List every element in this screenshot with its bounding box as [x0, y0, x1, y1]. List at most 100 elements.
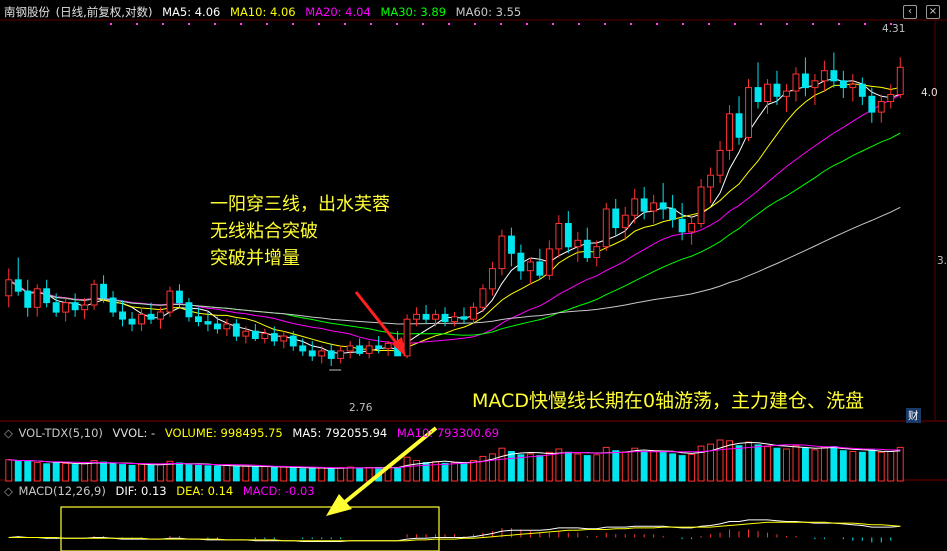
- last-price-label: 4.0: [921, 87, 938, 99]
- top-dot-marker: [500, 23, 502, 25]
- top-dot-marker: [292, 23, 294, 25]
- volume-bar: [318, 467, 326, 482]
- top-dot-marker: [760, 23, 762, 25]
- candle-body: [81, 304, 89, 311]
- price-panel-header: 南钢股份 (日线,前复权,对数) MA5: 4.06 MA10: 4.06 MA…: [4, 3, 527, 21]
- volume-bar: [640, 451, 648, 482]
- volume-bar: [157, 464, 164, 482]
- volume-bar: [754, 444, 762, 482]
- volume-bar: [356, 467, 364, 482]
- macd-panel-header: ◇ MACD(12,26,9) DIF: 0.13 DEA: 0.14 MACD…: [4, 482, 321, 500]
- panel-toggle-icon[interactable]: ◇: [4, 426, 13, 440]
- candle-body: [593, 246, 601, 258]
- macd-indicator-name[interactable]: MACD(12,26,9): [19, 484, 106, 498]
- candle-body: [270, 333, 278, 342]
- volume-bar: [479, 455, 487, 482]
- candle-body: [195, 316, 202, 323]
- volume-bar: [583, 455, 591, 482]
- volume-bar: [849, 451, 857, 482]
- close-icon[interactable]: ×: [926, 5, 940, 19]
- volume-bar: [678, 455, 686, 482]
- volume-bar: [242, 465, 250, 482]
- top-dot-marker: [656, 23, 658, 25]
- volume-bar: [81, 463, 89, 482]
- volume-bar: [669, 453, 677, 482]
- volume-bar: [403, 456, 411, 482]
- top-dot-marker: [110, 23, 112, 25]
- volume-bar: [14, 460, 22, 482]
- candle-body: [261, 333, 269, 340]
- top-dot-marker: [188, 23, 190, 25]
- candle-body: [52, 302, 60, 313]
- volume-bar: [195, 464, 202, 482]
- candle-body: [697, 186, 705, 224]
- volume-bar: [147, 464, 155, 482]
- candle-body: [90, 283, 98, 306]
- candle-body: [138, 313, 146, 325]
- volume-bar: [100, 461, 107, 482]
- candle-body: [783, 90, 790, 97]
- ma5-value: MA5: 4.06: [162, 5, 221, 19]
- candle-body: [460, 316, 468, 320]
- volume-bar: [128, 464, 136, 482]
- volume-bar: [489, 453, 496, 482]
- candle-body: [422, 313, 430, 320]
- volume-bar: [574, 453, 582, 482]
- volume-bar: [593, 454, 601, 482]
- candle-body: [631, 198, 639, 216]
- candle-body: [223, 323, 231, 330]
- top-dot-marker: [682, 23, 684, 25]
- volume-bar: [451, 462, 459, 482]
- candle-body: [251, 330, 259, 340]
- panel-toggle-icon[interactable]: ◇: [4, 484, 13, 498]
- volume-bar: [327, 468, 335, 482]
- volume-bar: [460, 462, 468, 482]
- candle-body: [839, 80, 847, 89]
- candle-body: [858, 83, 866, 97]
- candle-body: [726, 113, 733, 151]
- candle-body: [659, 202, 667, 210]
- volume-bar: [232, 466, 240, 482]
- candle-body: [327, 350, 335, 359]
- candle-body: [441, 313, 449, 322]
- top-dot-marker: [396, 23, 398, 25]
- volume-bar: [280, 466, 288, 482]
- volume-bar: [716, 439, 724, 482]
- volume-bar: [726, 440, 733, 482]
- top-dot-marker: [604, 23, 606, 25]
- top-dot-marker: [474, 23, 476, 25]
- top-dot-marker: [812, 23, 814, 25]
- volume-bar: [470, 460, 477, 482]
- candle-body: [71, 302, 79, 311]
- candle-body: [669, 208, 677, 220]
- top-dot-marker: [578, 23, 580, 25]
- volume-bar: [858, 451, 866, 482]
- volume-bar: [517, 454, 525, 482]
- candle-body: [745, 87, 752, 138]
- candle-body: [33, 288, 41, 308]
- candle-body: [185, 302, 193, 318]
- candle-body: [773, 83, 781, 97]
- vol-indicator-name[interactable]: VOL-TDX(5,10): [19, 426, 103, 440]
- volume-bar: [887, 451, 895, 482]
- candle-body: [242, 330, 250, 337]
- chart-mode: (日线,前复权,对数): [55, 5, 153, 19]
- macd-note: MACD快慢线长期在0轴游荡，主力建仓、洗盘: [472, 390, 865, 412]
- volume-bar: [802, 447, 809, 482]
- candle-body: [707, 174, 714, 188]
- finance-tag[interactable]: 财: [906, 408, 921, 423]
- ma60-value: MA60: 3.55: [455, 5, 522, 19]
- volume-bar: [223, 464, 231, 482]
- ma30-value: MA30: 3.89: [380, 5, 447, 19]
- top-dot-marker: [552, 23, 554, 25]
- top-dot-marker: [240, 23, 242, 25]
- volume-bar: [185, 464, 193, 482]
- candle-body: [887, 94, 895, 102]
- volume-bar: [877, 451, 885, 482]
- candle-body: [489, 268, 496, 290]
- dea-value: DEA: 0.14: [176, 484, 234, 498]
- volume-bar: [545, 451, 553, 482]
- collapse-icon[interactable]: ‹: [903, 5, 917, 19]
- volume-bar: [62, 462, 70, 482]
- volume-bar: [830, 446, 838, 482]
